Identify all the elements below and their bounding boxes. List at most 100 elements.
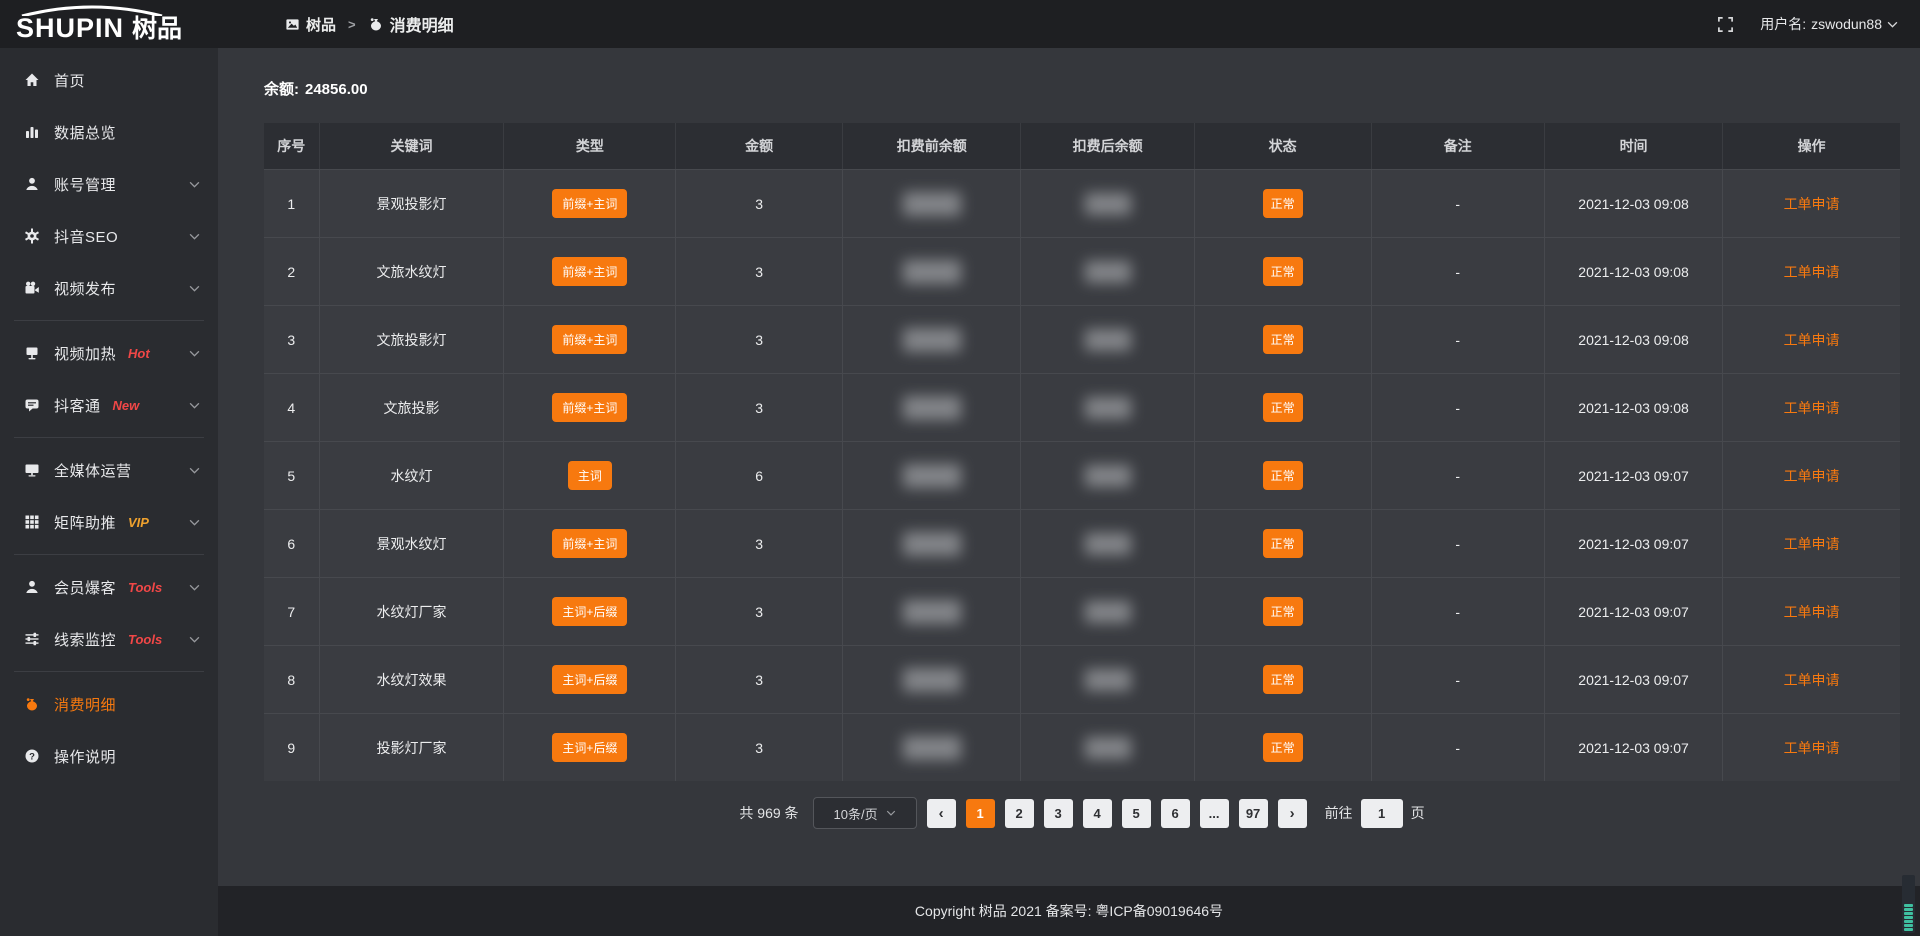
cell-amount: 3 [676, 374, 843, 441]
page-button[interactable]: 3 [1044, 799, 1073, 828]
cell-keyword: 景观投影灯 [320, 170, 505, 237]
status-badge: 正常 [1263, 665, 1303, 694]
sidebar-item-instructions[interactable]: ? 操作说明 [0, 730, 218, 782]
ticket-request-link[interactable]: 工单申请 [1784, 330, 1840, 350]
cell-type: 前缀+主词 [504, 306, 676, 373]
column-header: 备注 [1372, 123, 1545, 169]
cell-index: 2 [264, 238, 320, 305]
chevron-down-icon [189, 402, 200, 409]
sidebar-item-video-publish[interactable]: 视频发布 [0, 262, 218, 314]
ticket-request-link[interactable]: 工单申请 [1784, 670, 1840, 690]
chevron-down-icon [189, 233, 200, 240]
table-row: 4 文旅投影 前缀+主词 3 正常 - 2021-12-03 09:08 工单申… [264, 373, 1900, 441]
cell-balance-before [843, 510, 1021, 577]
cell-balance-after [1021, 170, 1194, 237]
cell-status: 正常 [1195, 646, 1372, 713]
cell-type: 前缀+主词 [504, 510, 676, 577]
cell-action: 工单申请 [1723, 374, 1900, 441]
ticket-request-link[interactable]: 工单申请 [1784, 194, 1840, 214]
page-button[interactable]: 97 [1239, 799, 1268, 828]
redacted-balance-after [1085, 193, 1131, 215]
cell-keyword: 水纹灯效果 [320, 646, 505, 713]
table-row: 5 水纹灯 主词 6 正常 - 2021-12-03 09:07 工单申请 [264, 441, 1900, 509]
user-icon [24, 176, 40, 192]
sidebar-item-douketong[interactable]: 抖客通 New [0, 379, 218, 431]
cell-keyword: 景观水纹灯 [320, 510, 505, 577]
screen-icon [24, 345, 40, 361]
cell-action: 工单申请 [1723, 510, 1900, 577]
page-ellipsis-button[interactable]: ... [1200, 799, 1229, 828]
sliders-icon [24, 631, 40, 647]
page-button[interactable]: 4 [1083, 799, 1112, 828]
cell-action: 工单申请 [1723, 714, 1900, 781]
page-size-select[interactable]: 10条/页 [813, 797, 917, 829]
image-icon [285, 17, 300, 32]
cell-action: 工单申请 [1723, 170, 1900, 237]
page-button[interactable]: 2 [1005, 799, 1034, 828]
sidebar-item-matrix-boost[interactable]: 矩阵助推 VIP [0, 496, 218, 548]
ticket-request-link[interactable]: 工单申请 [1784, 738, 1840, 758]
redacted-balance-after [1085, 601, 1131, 623]
cell-amount: 3 [676, 510, 843, 577]
sidebar-item-label: 抖客通 [54, 395, 101, 416]
cell-remark: - [1372, 646, 1545, 713]
next-page-button[interactable]: › [1278, 799, 1307, 828]
cell-amount: 3 [676, 170, 843, 237]
ticket-request-link[interactable]: 工单申请 [1784, 466, 1840, 486]
redacted-balance-after [1085, 669, 1131, 691]
redacted-balance-after [1085, 533, 1131, 555]
sidebar-item-video-heating[interactable]: 视频加热 Hot [0, 327, 218, 379]
sidebar-item-lead-monitoring[interactable]: 线索监控 Tools [0, 613, 218, 665]
sidebar-item-account-management[interactable]: 账号管理 [0, 158, 218, 210]
ticket-request-link[interactable]: 工单申请 [1784, 534, 1840, 554]
tools-badge: Tools [128, 580, 162, 595]
ticket-request-link[interactable]: 工单申请 [1784, 262, 1840, 282]
breadcrumb-home-label: 树品 [306, 14, 336, 35]
user-menu[interactable]: 用户名: zswodun88 [1760, 14, 1898, 34]
status-badge: 正常 [1263, 597, 1303, 626]
cell-remark: - [1372, 714, 1545, 781]
chevron-down-icon [189, 584, 200, 591]
ticket-request-link[interactable]: 工单申请 [1784, 602, 1840, 622]
prev-page-button[interactable]: ‹ [927, 799, 956, 828]
breadcrumb-item-home[interactable]: 树品 [285, 14, 336, 35]
chevron-down-icon [189, 467, 200, 474]
cell-type: 前缀+主词 [504, 374, 676, 441]
type-badge: 前缀+主词 [552, 529, 627, 558]
fullscreen-icon[interactable] [1717, 16, 1734, 33]
redacted-balance-before [903, 464, 961, 488]
cell-action: 工单申请 [1723, 238, 1900, 305]
type-badge: 主词+后缀 [552, 733, 627, 762]
sidebar-item-omnimedia-operation[interactable]: 全媒体运营 [0, 444, 218, 496]
sidebar-item-member-baoke[interactable]: 会员爆客 Tools [0, 561, 218, 613]
cell-keyword: 文旅投影灯 [320, 306, 505, 373]
sidebar-item-label: 抖音SEO [54, 226, 118, 247]
cell-amount: 3 [676, 578, 843, 645]
type-badge: 前缀+主词 [552, 393, 627, 422]
cell-remark: - [1372, 374, 1545, 441]
footer: Copyright 树品 2021 备案号: 粤ICP备09019646号 [218, 886, 1920, 936]
page-button[interactable]: 6 [1161, 799, 1190, 828]
page-button[interactable]: 1 [966, 799, 995, 828]
cell-balance-before [843, 306, 1021, 373]
column-header: 金额 [676, 123, 843, 169]
page-button[interactable]: 5 [1122, 799, 1151, 828]
goto-page-input[interactable] [1361, 799, 1403, 828]
user-icon [24, 579, 40, 595]
sidebar-divider [14, 554, 204, 555]
sidebar-item-data-overview[interactable]: 数据总览 [0, 106, 218, 158]
logo-text-cn: 树品 [132, 14, 182, 44]
sidebar-item-home[interactable]: 首页 [0, 54, 218, 106]
redacted-balance-before [903, 260, 961, 284]
cell-action: 工单申请 [1723, 646, 1900, 713]
cell-keyword: 水纹灯 [320, 442, 505, 509]
cell-remark: - [1372, 442, 1545, 509]
total-count: 共 969 条 [739, 803, 798, 823]
sidebar-item-douyin-seo[interactable]: 抖音SEO [0, 210, 218, 262]
ticket-request-link[interactable]: 工单申请 [1784, 398, 1840, 418]
status-badge: 正常 [1263, 393, 1303, 422]
sidebar-item-consumption-details[interactable]: 消费明细 [0, 678, 218, 730]
balance: 余额:24856.00 [264, 48, 1900, 99]
hot-badge: Hot [128, 346, 150, 361]
cell-status: 正常 [1195, 510, 1372, 577]
